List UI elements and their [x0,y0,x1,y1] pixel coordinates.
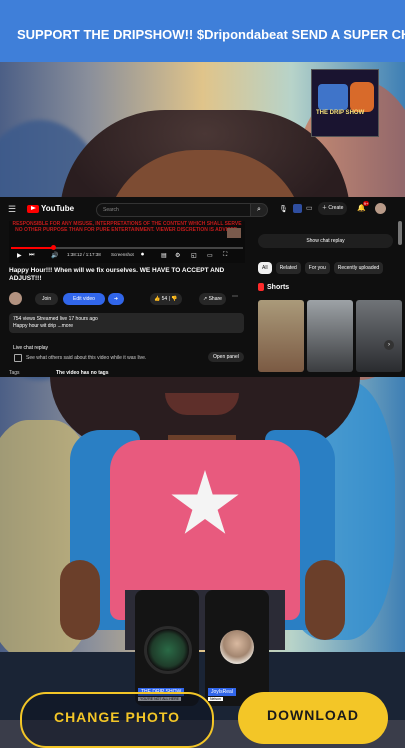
chip-for-you[interactable]: For you [304,262,330,274]
screenshot-button[interactable]: Screenshot [111,252,134,257]
video-player[interactable]: RESPONSIBLE FOR ANY MISUSE, INTERPRETATI… [9,221,245,263]
disclaimer-text: RESPONSIBLE FOR ANY MISUSE, INTERPRETATI… [12,221,242,233]
guest-name: JoyIsReal [208,688,236,696]
chat-icon [14,354,22,362]
progress-bar[interactable] [11,245,243,250]
join-button[interactable]: Join [35,293,59,305]
filter-chips: All Related For you Recently uploaded [258,262,384,274]
video-title: Happy Hour!!! When will we fix ourselves… [9,267,225,282]
open-panel-button[interactable]: Open panel [208,352,244,362]
share-icon: ↗ [203,296,208,302]
youtube-logo[interactable]: YouTube [27,204,74,213]
view-stats: 754 views Streamed live 17 hours ago [13,316,98,322]
notification-badge: 9+ [363,201,369,206]
thumbs-down-icon[interactable]: 👎 [171,296,177,302]
search-input[interactable]: Search [96,203,254,217]
create-button[interactable]: ＋ Create [318,202,348,215]
scrollbar[interactable] [398,221,402,245]
change-photo-button[interactable]: CHANGE PHOTO [20,692,214,748]
like-button[interactable]: 👍 54 | 👎 [150,293,182,305]
menu-icon[interactable]: ☰ [8,204,16,215]
extension-icon[interactable] [293,204,302,213]
right-sidebar: Show chat replay All Related For you Rec… [258,221,402,372]
short-thumbnail[interactable] [307,300,353,372]
tags-label: Tags [9,370,20,376]
microphone-icon[interactable]: 🎙 [279,205,288,213]
thumbs-up-icon: 👍 [154,296,161,302]
channel-avatar[interactable] [9,292,22,305]
download-button[interactable]: DOWNLOAD [238,692,388,744]
progress-scrubber[interactable] [50,245,56,250]
theater-icon[interactable]: ▭ [207,252,213,259]
play-icon[interactable]: ▶ [17,252,22,259]
captions-icon[interactable]: ▤ [161,252,167,259]
miniplayer-icon[interactable]: ◱ [191,252,197,259]
fullscreen-icon[interactable]: ⛶ [223,252,227,259]
edit-video-button[interactable]: Edit video [63,293,105,305]
banner-text: SUPPORT THE DRIPSHOW!! $Dripondabeat SEN… [17,26,405,42]
autoplay-toggle[interactable]: ⏺ [141,252,144,259]
chevron-right-icon[interactable]: › [384,340,394,350]
album-title: THE DRIP SHOW [316,110,365,116]
youtube-play-icon [27,204,39,213]
chat-replay-text: See what others said about this video wh… [26,355,147,361]
next-icon[interactable]: ⏭ [29,252,34,259]
player-thumbnail [227,228,241,238]
description-text: Happy hour wit drip ...more [13,323,74,329]
short-thumbnail[interactable] [258,300,304,372]
guest-avatar [220,630,254,664]
youtube-topbar: ☰ YouTube Search ⌕ 🎙 ▭ ＋ Create 🔔 9+ [0,197,405,221]
chip-related[interactable]: Related [275,262,301,274]
album-art: THE DRIP SHOW [311,69,379,137]
share-button[interactable]: ↗ Share [199,293,226,305]
chip-recently-uploaded[interactable]: Recently uploaded [333,262,384,274]
short-thumbnail[interactable] [356,300,402,372]
shorts-heading: Shorts [258,283,289,291]
volume-icon[interactable]: 🔊 [51,252,58,259]
description-box[interactable]: 754 views Streamed live 17 hours ago Hap… [9,313,244,333]
chip-all[interactable]: All [258,262,272,274]
more-options-icon[interactable]: ⋯ [232,293,238,300]
progress-fill [11,247,53,249]
chat-replay-heading: Live chat replay [13,345,49,351]
guest-subtitle: Nelson [208,697,223,701]
account-avatar[interactable] [375,203,386,214]
shorts-shelf [258,300,402,372]
time-display: 1:38:12 / 1:17:38 [67,252,101,257]
cast-icon[interactable]: ▭ [306,204,313,212]
promote-icon[interactable]: ➜ [108,293,124,305]
search-icon[interactable]: ⌕ [250,203,268,217]
settings-icon[interactable]: ⚙ [175,252,180,259]
shorts-icon [258,283,264,291]
show-chat-replay-button[interactable]: Show chat replay [258,234,393,248]
tags-value: The video has no tags [56,370,109,376]
guest-card[interactable]: JoyIsReal Nelson [205,590,269,706]
guest-card[interactable]: THE DRIP SHOW YOU'RE NOT ALL HERE [135,590,199,706]
scrolling-banner: SUPPORT THE DRIPSHOW!! $Dripondabeat SEN… [0,0,405,62]
guest-avatar [144,626,192,674]
youtube-window: ☰ YouTube Search ⌕ 🎙 ▭ ＋ Create 🔔 9+ RES… [0,197,405,377]
